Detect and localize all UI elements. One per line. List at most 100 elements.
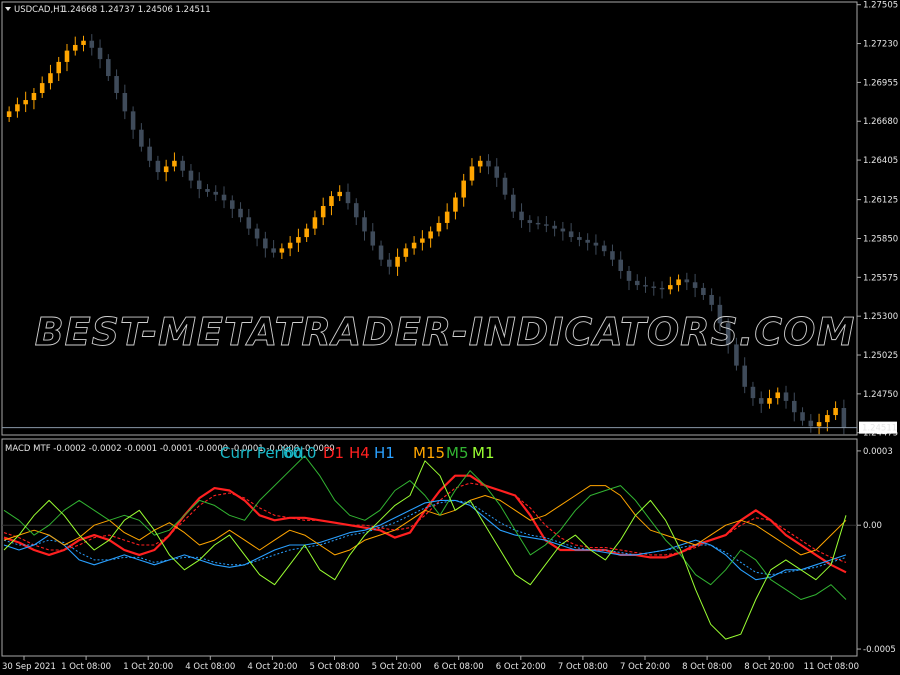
candle-bear <box>89 40 95 48</box>
candle-bull <box>461 180 466 198</box>
candle-bear <box>238 208 243 218</box>
price-tick-label: 1.26955 <box>863 78 898 88</box>
candle-bear <box>106 59 111 77</box>
candle-bear <box>180 160 185 171</box>
tf-m15: M15 <box>413 444 445 462</box>
price-tick-label: 1.26680 <box>863 117 898 127</box>
candle-bull <box>428 231 433 239</box>
candle-bear <box>370 231 376 246</box>
candle-bear <box>684 279 690 283</box>
watermark-text: BEST-METATRADER-INDICATORS.COM <box>35 310 856 354</box>
current-price-tag: 1.24511 <box>859 421 897 434</box>
candle-bear <box>560 228 566 232</box>
candle-bull <box>395 256 400 267</box>
candle-bull <box>403 248 409 257</box>
candle-bear <box>601 245 607 252</box>
ohlc-values: 1.24668 1.24737 1.24506 1.24511 <box>62 5 211 15</box>
candle-bear <box>808 420 814 427</box>
tf-m1: M1 <box>472 444 495 462</box>
candle-bull <box>81 40 86 45</box>
candle-bull <box>816 422 822 427</box>
candle-bull <box>436 222 442 232</box>
candle-bear <box>155 160 161 173</box>
candle-bear <box>800 412 805 421</box>
candle-bear <box>643 285 648 287</box>
candle-bear <box>709 294 714 305</box>
candle-bear <box>147 146 152 161</box>
candle-bear <box>196 180 202 190</box>
time-tick-label: 4 Oct 20:00 <box>247 662 297 672</box>
candle-bear <box>692 282 698 288</box>
candle-bull <box>411 242 417 249</box>
candle-bear <box>213 191 219 195</box>
candle-bear <box>353 203 359 218</box>
candle-bull <box>163 166 169 173</box>
price-tick-label: 1.25025 <box>863 351 898 361</box>
candle-bear <box>585 239 590 243</box>
time-tick-label: 7 Oct 08:00 <box>558 662 608 672</box>
candle-bull <box>420 238 425 243</box>
candle-bull <box>64 50 70 62</box>
price-tick-label: 1.26125 <box>863 196 898 206</box>
time-tick-label: 1 Oct 20:00 <box>123 662 173 672</box>
candle-bull <box>72 44 78 51</box>
candle-bear <box>494 166 500 178</box>
indicator-tick-label: 0.0003 <box>863 447 893 457</box>
time-tick-label: 6 Oct 08:00 <box>434 662 484 672</box>
candle-bear <box>750 386 756 399</box>
candle-bull <box>767 398 772 404</box>
candle-bear <box>139 129 144 147</box>
price-tick-label: 1.24750 <box>863 390 898 400</box>
candle-bear <box>527 220 533 223</box>
time-tick-label: 6 Oct 20:00 <box>496 662 546 672</box>
candle-bear <box>511 194 516 212</box>
candle-bull <box>469 166 475 181</box>
candle-bear <box>387 259 392 267</box>
candle-bear <box>263 238 268 249</box>
candle-bull <box>668 285 673 290</box>
candle-bear <box>618 259 623 271</box>
time-tick-label: 8 Oct 08:00 <box>682 662 732 672</box>
time-tick-label: 7 Oct 20:00 <box>620 662 670 672</box>
timeframe-legend: Curr Period 60.0 D1 H4 H1 M15 M5 M1 <box>220 444 495 462</box>
candle-bear <box>221 194 227 201</box>
candle-bull <box>279 248 285 253</box>
candle-bear <box>701 287 706 295</box>
candle-bear <box>122 92 128 112</box>
time-tick-label: 1 Oct 08:00 <box>61 662 111 672</box>
tf-h4: H4 <box>349 444 370 462</box>
tf-h1: H1 <box>374 444 395 462</box>
candle-bear <box>742 365 747 387</box>
mt4-chart-window[interactable]: 1.27505 1.27230 1.26955 1.26680 1.26405 1.261… <box>0 0 900 675</box>
candle-bear <box>130 111 136 130</box>
candle-bull <box>825 415 830 423</box>
candle-bull <box>31 92 37 101</box>
candle-bear <box>230 200 235 209</box>
candle-bear <box>502 177 508 195</box>
candle-bull <box>477 160 483 167</box>
candle-bear <box>246 217 252 229</box>
candle-bear <box>758 398 764 404</box>
indicator-tick-label: 0.00 <box>863 521 882 531</box>
candle-bear <box>783 392 789 401</box>
candle-bear <box>188 170 194 181</box>
candle-bear <box>659 287 665 290</box>
candle-bull <box>312 217 318 229</box>
candle-bull <box>287 242 293 249</box>
candle-bear <box>97 47 103 60</box>
candle-bear <box>114 76 119 93</box>
time-tick-label: 11 Oct 08:00 <box>804 662 859 672</box>
time-tick-label: 4 Oct 08:00 <box>185 662 235 672</box>
candle-bull <box>337 191 342 197</box>
time-tick-label: 30 Sep 2021 <box>2 662 56 672</box>
candle-bull <box>676 279 681 286</box>
candle-bear <box>552 225 557 229</box>
price-tick-label: 1.27230 <box>863 40 898 50</box>
tf-d1: D1 <box>323 444 344 462</box>
candle-bear <box>378 245 384 260</box>
candle-bear <box>651 286 657 288</box>
candle-bear <box>486 160 491 167</box>
candle-bull <box>23 100 28 105</box>
time-tick-label: 5 Oct 08:00 <box>309 662 359 672</box>
current-period-value: 60.0 <box>283 444 316 462</box>
